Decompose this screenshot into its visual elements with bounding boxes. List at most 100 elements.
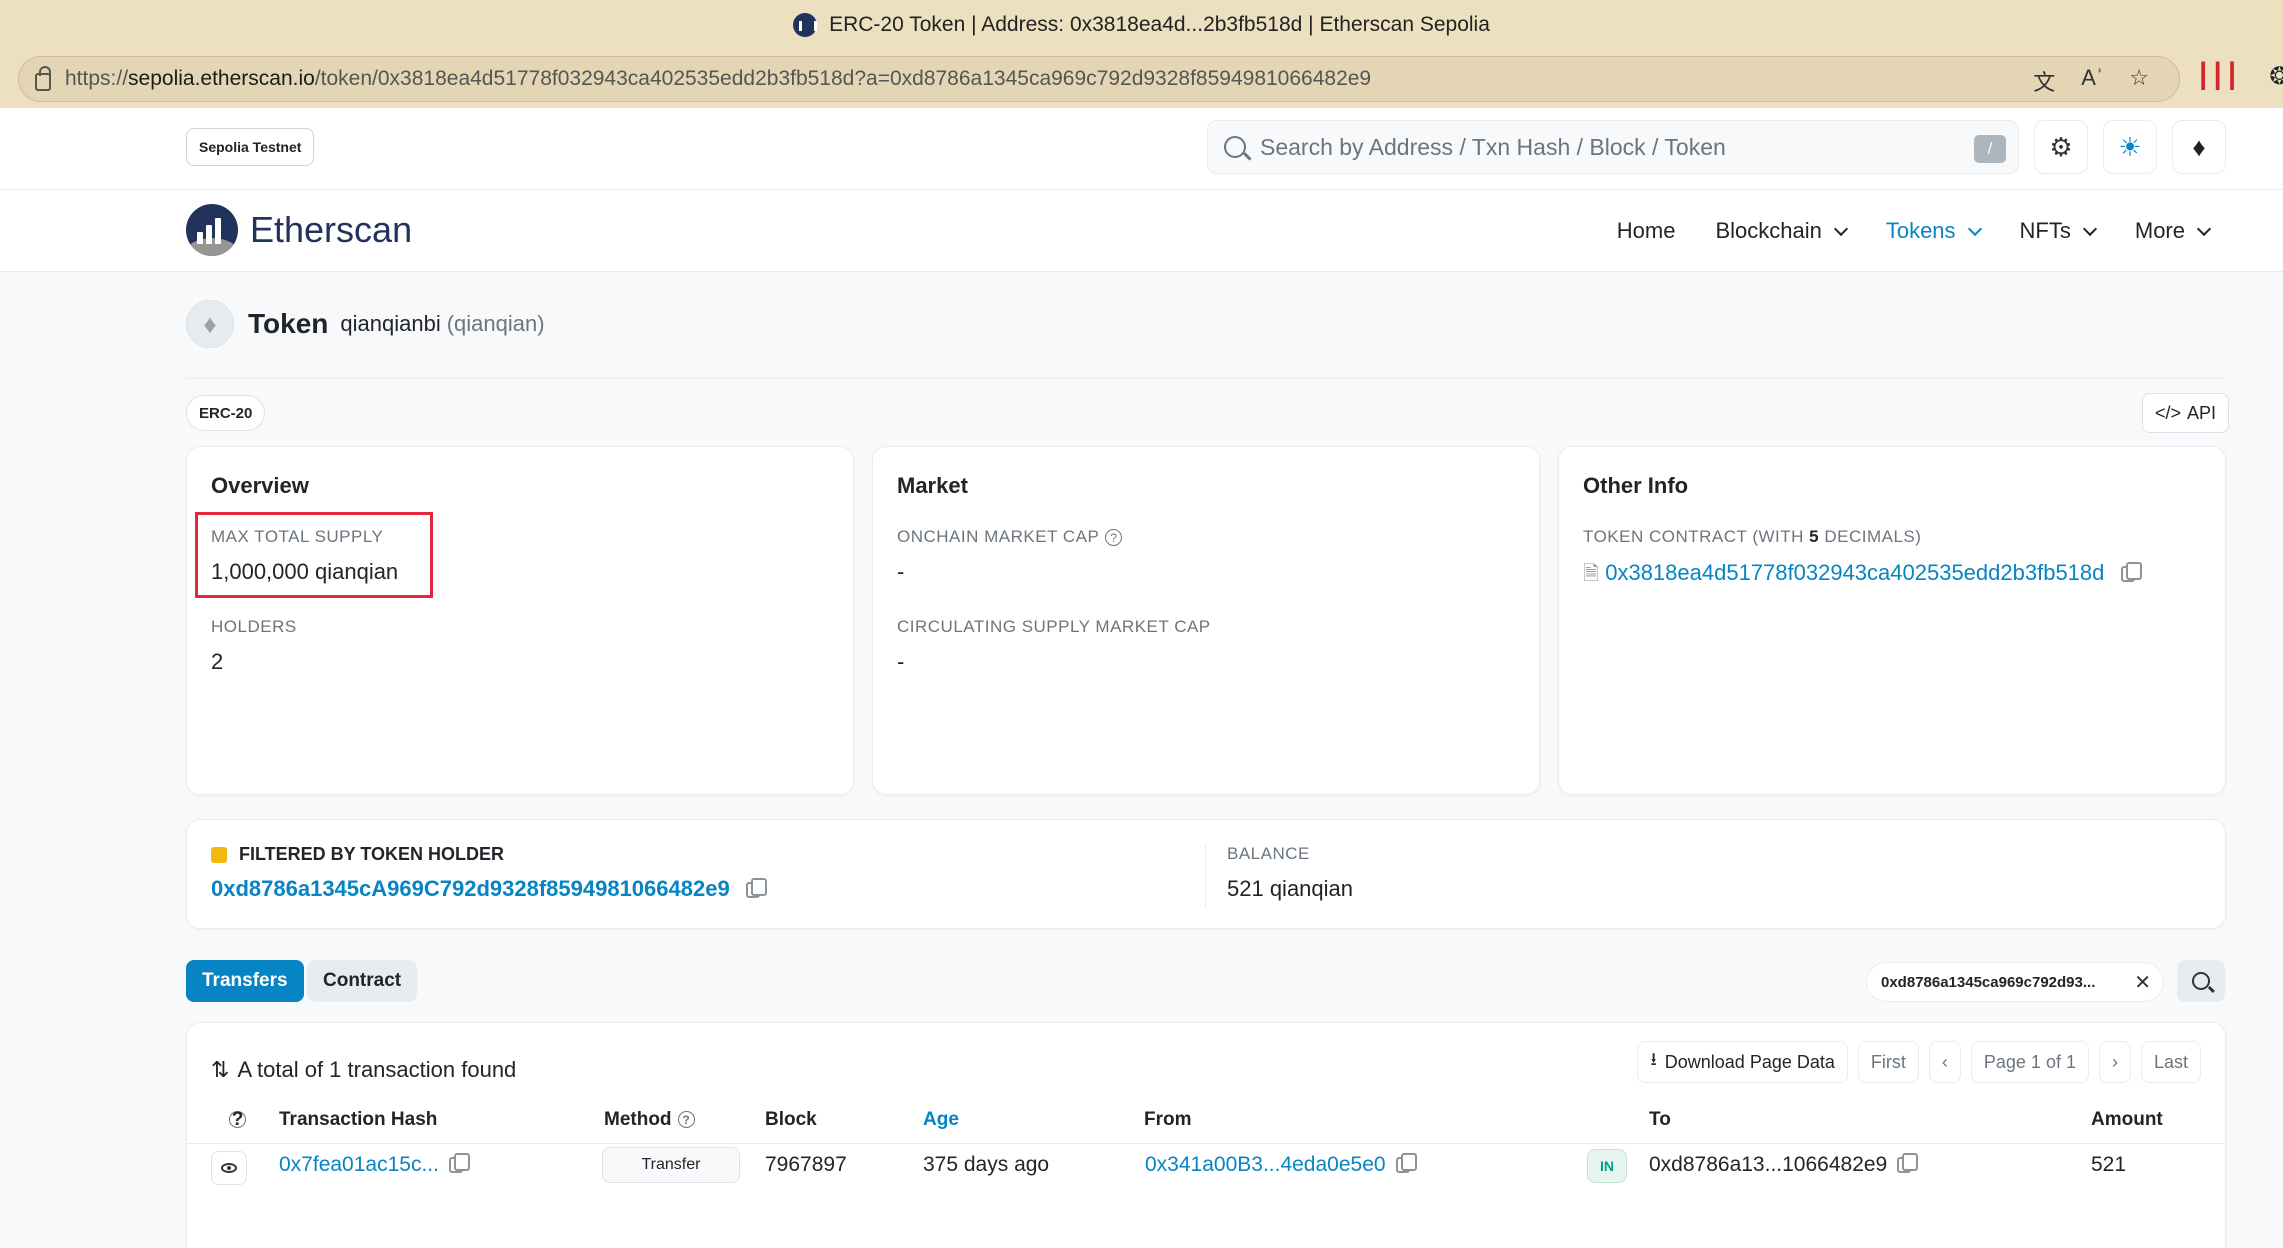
filter-chip-text: 0xd8786a1345ca969c792d93... (1881, 973, 2096, 991)
col-method: Method? (604, 1109, 695, 1131)
chevron-right-icon: › (2111, 1051, 2118, 1072)
search-icon (2192, 972, 2210, 990)
balance-divider (1205, 844, 1206, 908)
window-title-bar: ERC-20 Token | Address: 0x3818ea4d...2b3… (0, 0, 2283, 50)
view-details-button[interactable] (211, 1151, 247, 1185)
url-scheme: https:// (65, 67, 129, 90)
to-cell: 0xd8786a13...1066482e9 (1649, 1153, 1919, 1177)
extension-icons: ┃┃┃ ❂ (2196, 62, 2283, 91)
filter-label: FILTERED BY TOKEN HOLDER (211, 844, 504, 865)
nav-tokens[interactable]: Tokens (1885, 218, 1982, 244)
token-contract-link[interactable]: 0x3818ea4d51778f032943ca402535edd2b3fb51… (1605, 560, 2104, 585)
eye-icon (221, 1163, 237, 1173)
lock-icon[interactable] (35, 66, 51, 91)
method-badge: Transfer (602, 1147, 740, 1183)
top-bar: Sepolia Testnet Search by Address / Txn … (0, 108, 2283, 190)
divider (186, 378, 2226, 379)
nav-home-label: Home (1616, 218, 1676, 243)
from-cell: 0x341a00B3...4eda0e5e0 (1145, 1153, 1417, 1177)
holders-label: HOLDERS (211, 617, 297, 636)
download-icon: ⭳ (1650, 1049, 1657, 1069)
copy-icon[interactable] (745, 878, 767, 899)
api-label: API (2187, 402, 2217, 423)
token-contract-row: 🗎 0x3818ea4d51778f032943ca402535edd2b3fb… (1583, 559, 2142, 593)
first-page-button[interactable]: First (1857, 1041, 1919, 1083)
overview-card: Overview MAX TOTAL SUPPLY 1,000,000 qian… (186, 446, 854, 795)
col-block: Block (765, 1109, 817, 1130)
copy-icon[interactable] (1395, 1153, 1417, 1174)
nav-home[interactable]: Home (1617, 218, 1676, 244)
network-switch-button[interactable]: ♦ (2172, 120, 2226, 174)
tab-transfers[interactable]: Transfers (186, 960, 304, 1002)
col-amount: Amount (2091, 1109, 2163, 1130)
nav-nfts[interactable]: NFTs (2019, 218, 2097, 244)
tx-hash-link[interactable]: 0x7fea01ac15c... (279, 1153, 439, 1176)
nav-more-label: More (2134, 218, 2185, 243)
nav-tokens-label: Tokens (1885, 218, 1956, 243)
logo-text: Etherscan (250, 209, 413, 250)
settings-gear-button[interactable]: ⚙ (2034, 120, 2088, 174)
search-input[interactable]: Search by Address / Txn Hash / Block / T… (1207, 120, 2019, 174)
extensions-puzzle-icon[interactable]: ❂ (2269, 62, 2283, 91)
theme-toggle-button[interactable]: ☀ (2103, 120, 2157, 174)
transfers-table-card: ⇅ A total of 1 transaction found ⭳ Downloa… (186, 1022, 2226, 1248)
token-standard-badge: ERC-20 (186, 395, 266, 431)
sort-icon[interactable]: ⇅ (211, 1057, 229, 1082)
etherscan-favicon-icon (793, 13, 818, 37)
etherscan-logo[interactable]: Etherscan (186, 204, 412, 256)
page-indicator: Page 1 of 1 (1970, 1041, 2089, 1083)
address-bar[interactable]: https://sepolia.etherscan.io/token/0x381… (18, 56, 2180, 102)
nav-blockchain-label: Blockchain (1715, 218, 1822, 243)
copy-icon[interactable] (1897, 1153, 1919, 1174)
filter-search-button[interactable] (2177, 960, 2225, 1002)
pagination: ⭳ Download Page Data First ‹ Page 1 of 1 … (1637, 1041, 2201, 1083)
read-aloud-icon[interactable]: Aʾ (2081, 65, 2103, 97)
token-contract-label: TOKEN CONTRACT (WITH 5 DECIMALS) (1583, 527, 1921, 547)
address-filter-chip[interactable]: 0xd8786a1345ca969c792d93... ✕ (1866, 962, 2164, 1002)
contract-decimals: 5 (1809, 527, 1820, 546)
onchain-cap-value: - (897, 559, 905, 584)
page-heading: ♦ Token qianqianbi (qianqian) (186, 300, 545, 348)
filter-holder-card: FILTERED BY TOKEN HOLDER 0xd8786a1345cA9… (186, 819, 2226, 929)
copy-icon[interactable] (448, 1153, 470, 1174)
nav-items: Home Blockchain Tokens NFTs More (1617, 190, 2212, 272)
window-title: ERC-20 Token | Address: 0x3818ea4d...2b3… (829, 13, 1490, 36)
extension-icon[interactable]: ┃┃┃ (2196, 62, 2239, 91)
next-page-button[interactable]: › (2098, 1041, 2131, 1083)
help-icon[interactable]: ? (677, 1111, 695, 1129)
last-page-button[interactable]: Last (2140, 1041, 2201, 1083)
holder-address-link[interactable]: 0xd8786a1345cA969C792d9328f8594981066482… (211, 876, 730, 901)
from-address-link[interactable]: 0x341a00B3...4eda0e5e0 (1145, 1153, 1386, 1176)
nav-more[interactable]: More (2134, 218, 2212, 244)
col-method-label: Method (604, 1109, 672, 1130)
nav-nfts-label: NFTs (2019, 218, 2071, 243)
block-link[interactable]: 7967897 (765, 1153, 847, 1177)
amount-cell: 521 (2091, 1153, 2127, 1176)
to-address: 0xd8786a13...1066482e9 (1649, 1153, 1888, 1176)
download-button[interactable]: ⭳ Download Page Data (1637, 1041, 1848, 1083)
copy-icon[interactable] (2120, 562, 2142, 583)
network-badge[interactable]: Sepolia Testnet (186, 128, 315, 166)
market-title: Market (897, 473, 968, 498)
ethereum-token-icon: ♦ (186, 300, 234, 348)
col-to: To (1649, 1109, 1671, 1130)
help-icon[interactable]: ? (229, 1109, 246, 1130)
tab-contract[interactable]: Contract (307, 960, 418, 1002)
page-title: Token (248, 308, 329, 339)
col-age[interactable]: Age (923, 1109, 959, 1131)
close-icon[interactable]: ✕ (2134, 970, 2151, 995)
onchain-cap-label: ONCHAIN MARKET CAP? (897, 527, 1123, 547)
document-icon: 🗎 (1583, 563, 1600, 585)
etherscan-logo-icon (186, 204, 238, 256)
search-shortcut-key: / (1974, 135, 2006, 163)
other-info-title: Other Info (1583, 473, 1689, 498)
search-icon (1224, 136, 1246, 158)
nav-blockchain[interactable]: Blockchain (1715, 218, 1848, 244)
api-button[interactable]: </> API (2142, 393, 2230, 433)
prev-page-button[interactable]: ‹ (1928, 1041, 1961, 1083)
help-icon[interactable]: ? (1105, 529, 1123, 547)
translate-icon[interactable]: 文 (2033, 65, 2055, 97)
token-name: qianqianbi (340, 311, 441, 336)
header-divider (187, 1143, 2225, 1144)
favorite-star-icon[interactable]: ☆ (2129, 65, 2149, 97)
